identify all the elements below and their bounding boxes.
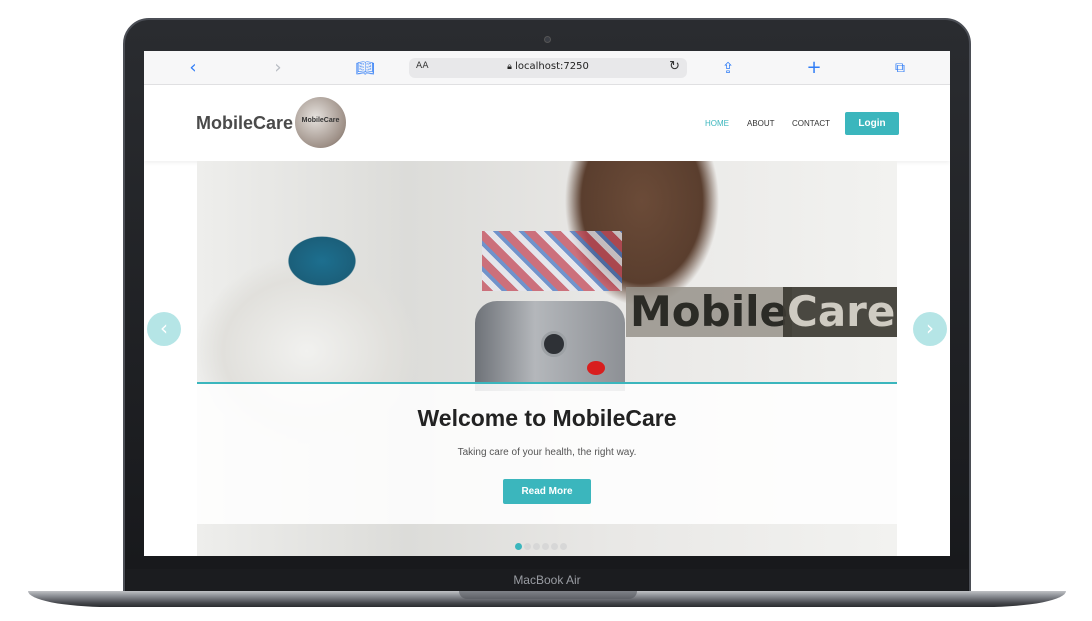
device-label: MacBook Air (513, 573, 581, 587)
tabs-icon[interactable]: ⧉ (890, 58, 910, 78)
url-value: localhost:7250 (515, 61, 589, 72)
hero-image-phone (475, 301, 625, 391)
url-text: 🔒︎ localhost:7250 (409, 61, 687, 72)
hero-image-word-b: Care (783, 287, 897, 337)
camera-icon (544, 36, 551, 43)
carousel-prev-arrow-icon[interactable]: ‹ (147, 312, 181, 346)
carousel-dot[interactable] (542, 543, 549, 550)
read-more-button[interactable]: Read More (503, 479, 591, 504)
chevron-right-icon[interactable]: › (268, 58, 288, 78)
brand-logo[interactable]: MobileCare (295, 97, 346, 148)
browser-toolbar: ‹ › 📖︎ AA 🔒︎ localhost:7250 ↻ ⇪ + ⧉ (144, 51, 950, 85)
carousel-dot[interactable] (524, 543, 531, 550)
plus-icon[interactable]: + (804, 58, 824, 78)
carousel-dot[interactable] (533, 543, 540, 550)
nav-about-link[interactable]: ABOUT (747, 119, 775, 128)
site-navbar: MobileCare MobileCare HOME ABOUT CONTACT… (144, 85, 950, 161)
brand-name[interactable]: MobileCare (196, 113, 293, 134)
laptop-chin: MacBook Air (126, 569, 968, 591)
nav-home-link[interactable]: HOME (705, 119, 729, 128)
phone-camera (541, 331, 567, 357)
reload-icon[interactable]: ↻ (669, 59, 680, 74)
hero-subtitle: Taking care of your health, the right wa… (457, 447, 637, 458)
login-button[interactable]: Login (845, 112, 899, 135)
brand-logo-text: MobileCare (301, 117, 340, 124)
carousel-next-arrow-icon[interactable]: › (913, 312, 947, 346)
hero-title: Welcome to MobileCare (417, 405, 677, 431)
carousel-dot[interactable] (515, 543, 522, 550)
address-bar[interactable]: AA 🔒︎ localhost:7250 ↻ (409, 58, 687, 78)
chevron-left-icon[interactable]: ‹ (183, 58, 203, 78)
hero-image-word-a: Mobile (626, 287, 792, 337)
browser-screen: ‹ › 📖︎ AA 🔒︎ localhost:7250 ↻ ⇪ + ⧉ Mobi… (144, 51, 950, 556)
nav-contact-link[interactable]: CONTACT (792, 119, 830, 128)
book-icon[interactable]: 📖︎ (355, 58, 375, 78)
laptop-notch (459, 591, 637, 599)
hero-image-shirt (482, 231, 622, 291)
hero-caption: Welcome to MobileCare Taking care of you… (197, 382, 897, 524)
hero-image-nail (587, 361, 605, 375)
share-icon[interactable]: ⇪ (718, 58, 738, 78)
carousel-dot[interactable] (551, 543, 558, 550)
hero-carousel: Mobile Care Welcome to MobileCare Taking… (197, 161, 897, 556)
carousel-indicators (515, 537, 569, 550)
lock-icon: 🔒︎ (507, 62, 512, 72)
carousel-dot[interactable] (560, 543, 567, 550)
